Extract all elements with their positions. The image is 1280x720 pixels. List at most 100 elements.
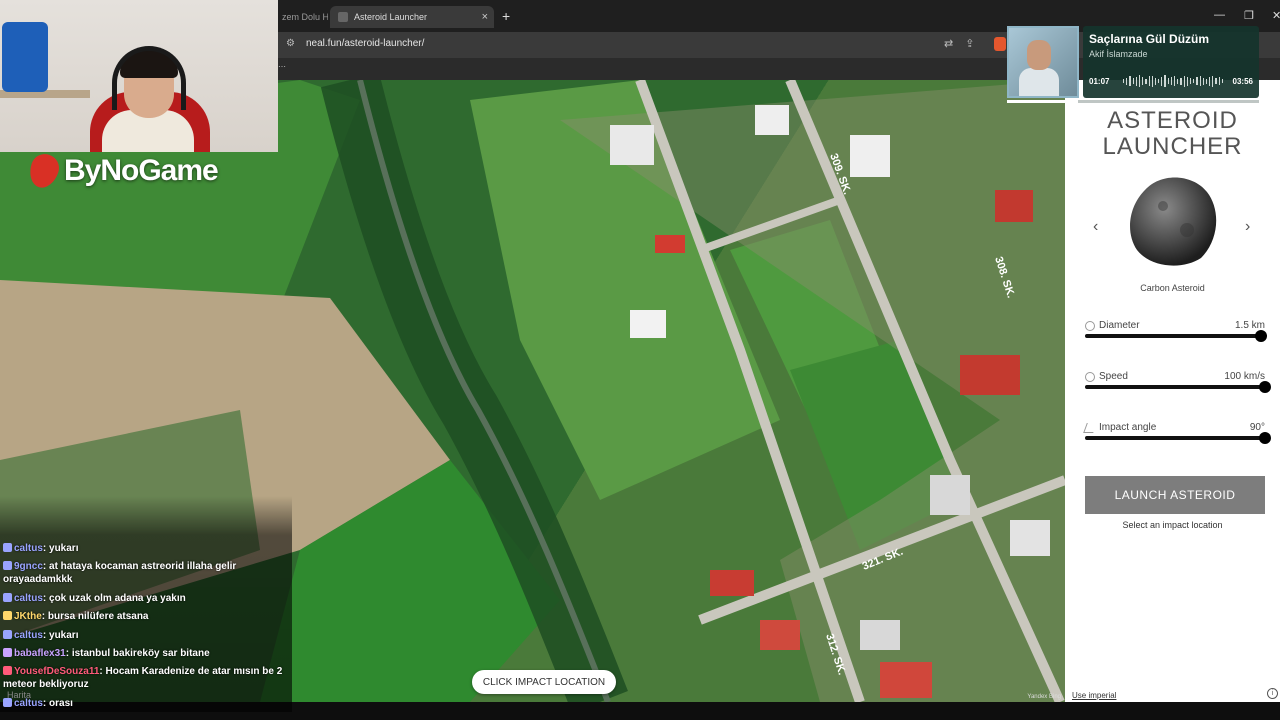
- building: [860, 620, 900, 650]
- chat-username[interactable]: babaflex31: [14, 648, 66, 659]
- waveform-bar: [1158, 79, 1160, 83]
- window-close-icon[interactable]: ✕: [1272, 9, 1280, 22]
- chat-message: caltus: çok uzak olm adana ya yakın: [3, 592, 287, 605]
- waveform-bar: [1142, 77, 1144, 85]
- building: [655, 235, 685, 253]
- brave-shield-icon[interactable]: [994, 37, 1006, 51]
- map-attribution[interactable]: Yandex Bing: [1027, 694, 1061, 700]
- chat-message: JKthe: bursa nilüfere atsana: [3, 610, 287, 623]
- waveform-bar: [1189, 78, 1192, 84]
- chat-username[interactable]: caltus: [14, 698, 43, 709]
- chat-badge-icon: [3, 543, 12, 552]
- elapsed-time: 01:07: [1089, 77, 1110, 86]
- waveform-bar: [1183, 75, 1185, 87]
- info-icon[interactable]: i: [1267, 688, 1278, 699]
- screen: zem Dolu H Asteroid Launcher × + — ❐ ✕ ⚙…: [0, 0, 1280, 720]
- song-progress-fill: [1007, 100, 1078, 103]
- building: [850, 135, 890, 177]
- waveform-bar: [1215, 78, 1217, 84]
- speed-label: Speed: [1099, 371, 1128, 382]
- waveform-bar: [1167, 78, 1169, 84]
- chat-badge-icon: [3, 561, 12, 570]
- diameter-slider[interactable]: [1085, 330, 1268, 342]
- slider-thumb[interactable]: [1259, 432, 1271, 444]
- waveform-bar: [1145, 78, 1147, 84]
- waveform-bar: [1151, 75, 1153, 87]
- speed-value: 100 km/s: [1224, 371, 1265, 382]
- chevron-right-icon[interactable]: ›: [1245, 218, 1250, 236]
- chat-text: çok uzak olm adana ya yakın: [49, 593, 186, 604]
- bookmarks-icon[interactable]: ⋯: [278, 62, 286, 71]
- building: [610, 125, 654, 165]
- waveform-bar: [1209, 76, 1211, 86]
- angle-label: Impact angle: [1099, 422, 1157, 433]
- chat-username[interactable]: caltus: [14, 543, 43, 554]
- browser-tab-active[interactable]: Asteroid Launcher ×: [330, 6, 494, 28]
- browser-tab-previous[interactable]: zem Dolu H: [278, 6, 328, 28]
- tab-close-icon[interactable]: ×: [482, 11, 488, 23]
- diameter-icon: [1085, 321, 1095, 331]
- chat-badge-icon: [3, 698, 12, 707]
- speedometer-icon: [1085, 372, 1095, 382]
- chat-username[interactable]: 9gncc: [14, 561, 43, 572]
- chat-username[interactable]: caltus: [14, 593, 43, 604]
- speed-slider[interactable]: [1085, 381, 1271, 393]
- maximize-icon[interactable]: ❐: [1244, 9, 1254, 22]
- chat-message: babaflex31: istanbul bakireköy sar bitan…: [3, 647, 287, 660]
- chat-text: orası: [49, 698, 73, 709]
- waveform-bar: [1199, 76, 1201, 86]
- waveform-bar: [1138, 75, 1141, 87]
- waveform-bar: [1132, 78, 1134, 84]
- chat-username[interactable]: YousefDeSouza11: [14, 666, 99, 677]
- chat-message: YousefDeSouza11: Hocam Karadenize de ata…: [3, 665, 287, 691]
- waveform-bar: [1202, 77, 1204, 85]
- building: [755, 105, 789, 135]
- site-settings-icon[interactable]: ⚙: [286, 38, 295, 49]
- chat-message: caltus: yukarı: [3, 629, 287, 642]
- headset-icon: [112, 46, 186, 110]
- use-imperial-link[interactable]: Use imperial: [1072, 691, 1116, 700]
- chat-badge-icon: [3, 611, 12, 620]
- title-line: ASTEROID: [1107, 107, 1238, 134]
- chat-username[interactable]: JKthe: [14, 611, 42, 622]
- waveform: [1123, 75, 1223, 87]
- diameter-label: Diameter: [1099, 320, 1140, 331]
- new-tab-button[interactable]: +: [502, 8, 510, 24]
- waveform-bar: [1212, 75, 1214, 87]
- chat-username[interactable]: caltus: [14, 630, 43, 641]
- angle-slider[interactable]: [1085, 432, 1271, 444]
- waveform-bar: [1196, 77, 1198, 85]
- asteroid-image: [1130, 177, 1217, 266]
- logo-text: ByNoGame: [64, 154, 219, 187]
- chevron-left-icon[interactable]: ‹: [1093, 218, 1098, 236]
- chat-message: 9gncc: at hataya kocaman astreorid illah…: [3, 560, 287, 586]
- album-art: [1007, 26, 1079, 98]
- waveform-bar: [1218, 77, 1220, 85]
- chat-message: caltus: orası: [3, 697, 287, 710]
- chat-text: istanbul bakireköy sar bitane: [71, 648, 210, 659]
- url-field[interactable]: neal.fun/asteroid-launcher/: [306, 38, 424, 49]
- slider-thumb[interactable]: [1259, 381, 1271, 393]
- album-art-figure: [1019, 68, 1059, 96]
- blue-cooler: [2, 22, 48, 92]
- song-artist: Akif İslamzade: [1089, 49, 1148, 59]
- chat-text: bursa nilüfere atsana: [47, 611, 149, 622]
- page-title: ASTEROID LAUNCHER: [1065, 108, 1280, 160]
- click-impact-location-button[interactable]: CLICK IMPACT LOCATION: [472, 670, 616, 694]
- building: [930, 475, 970, 515]
- launch-asteroid-button[interactable]: LAUNCH ASTEROID: [1085, 476, 1265, 514]
- chat-message: caltus: yukarı: [3, 542, 287, 555]
- waveform-bar: [1170, 77, 1172, 85]
- building: [630, 310, 666, 338]
- translate-icon[interactable]: ⇄: [944, 38, 965, 50]
- site-favicon-icon: [338, 12, 348, 22]
- minimize-icon[interactable]: —: [1214, 9, 1225, 21]
- impact-hint: Select an impact location: [1122, 520, 1223, 530]
- waveform-bar: [1186, 76, 1188, 86]
- chat-overlay: Harita caltus: yukarı 9gncc: at hataya ko…: [0, 496, 292, 712]
- waveform-bar: [1126, 77, 1128, 85]
- share-icon[interactable]: ⇪: [965, 38, 986, 50]
- slider-thumb[interactable]: [1255, 330, 1268, 342]
- chat-badge-icon: [3, 630, 12, 639]
- waveform-bar: [1123, 79, 1125, 83]
